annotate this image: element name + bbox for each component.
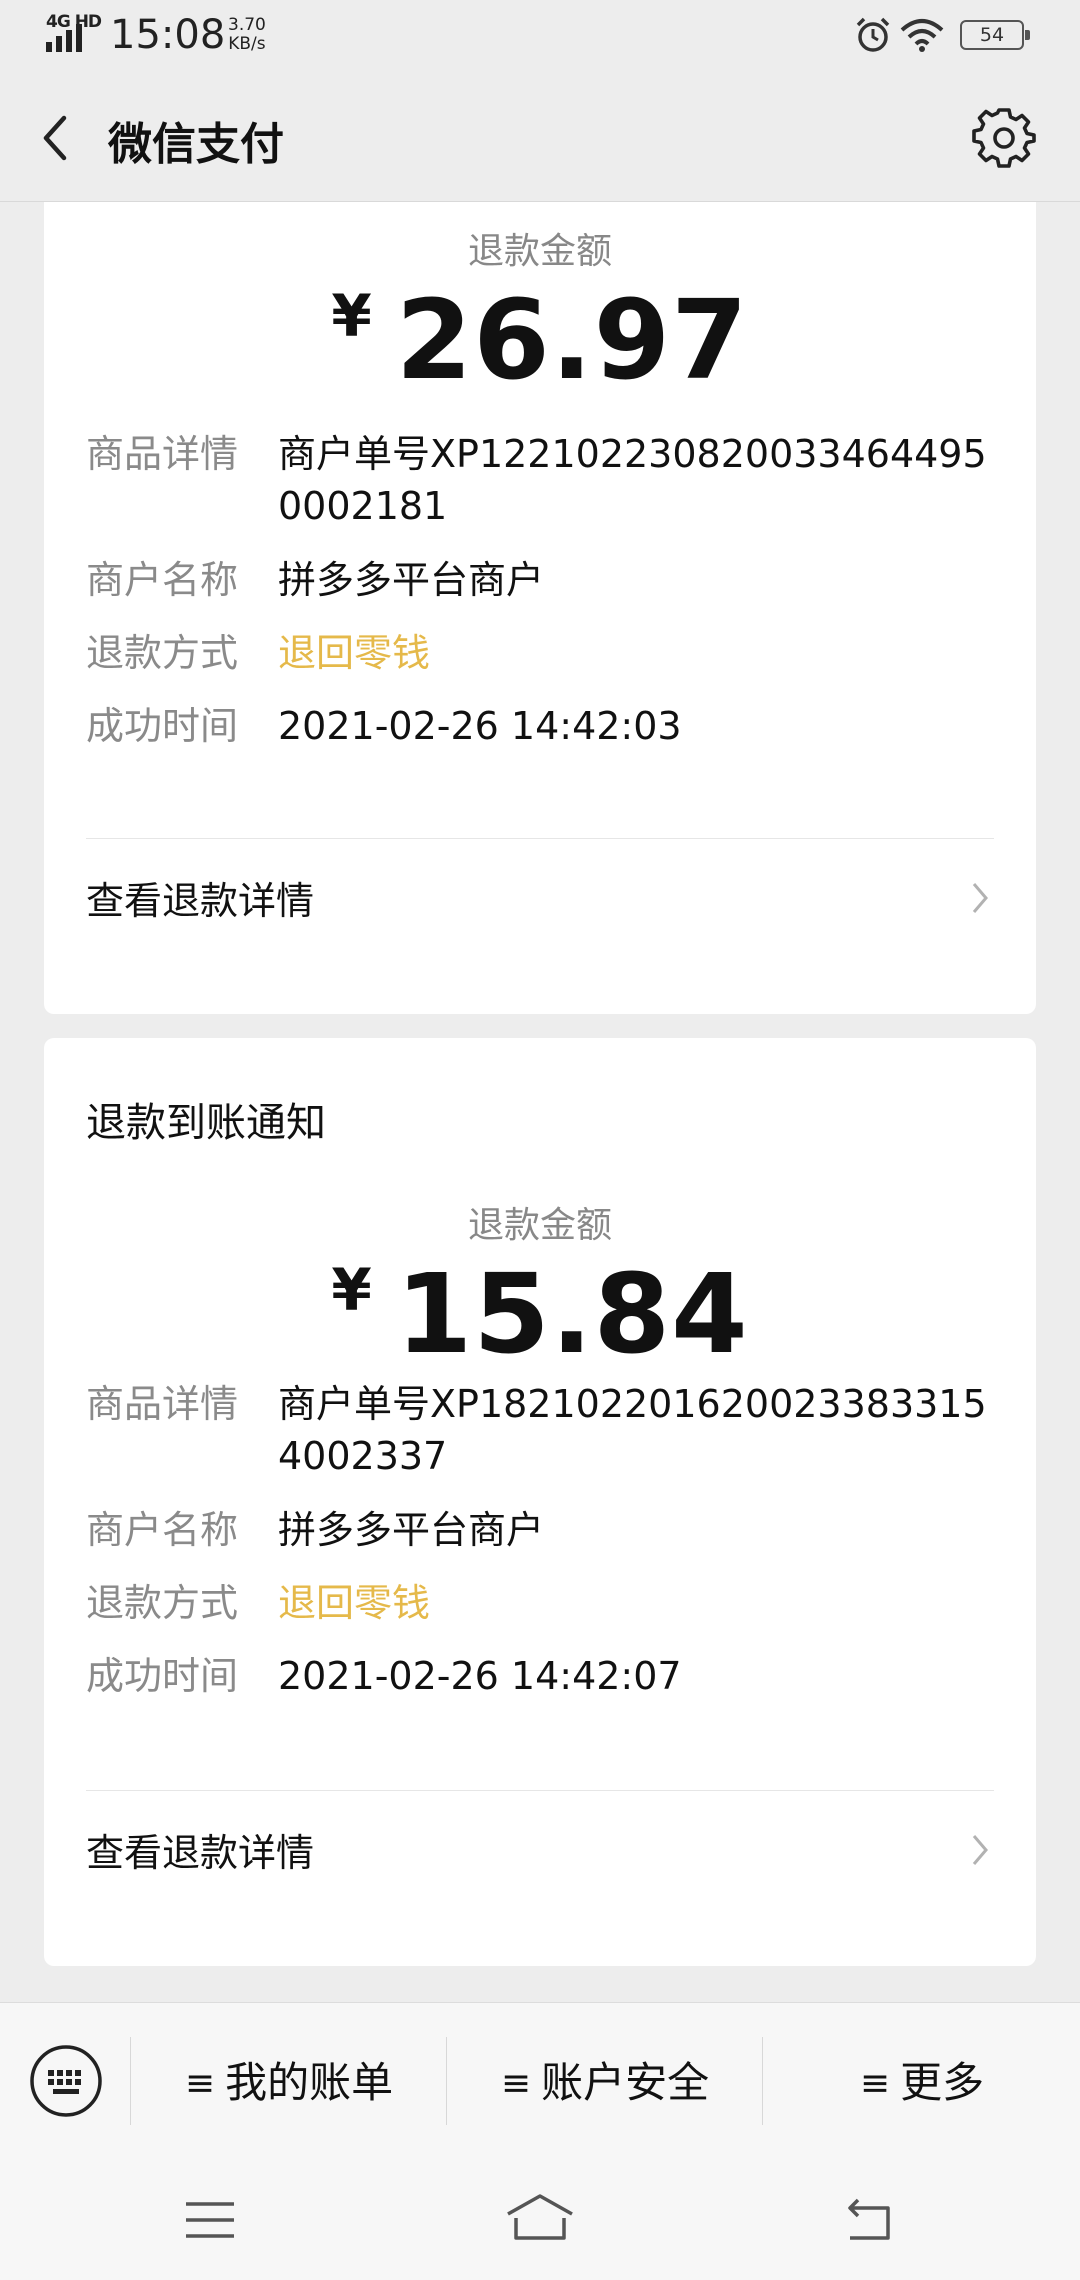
currency-symbol: ¥: [331, 282, 372, 350]
detail-row-goods: 商品详情 商户单号XP122102230820033464495 0002181: [86, 428, 1006, 532]
menu-label: 账户安全: [541, 2058, 710, 2107]
status-time: 15:08: [110, 12, 226, 58]
menu-label: 更多: [900, 2058, 985, 2107]
chevron-right-icon: [972, 1835, 988, 1865]
title-bar: 微信支付: [0, 74, 1080, 202]
row-key: 退款方式: [86, 631, 239, 675]
wifi-icon: [900, 19, 944, 52]
row-key: 商户名称: [86, 558, 239, 602]
row-key: 成功时间: [86, 1654, 239, 1698]
menu-lines-icon: ≡: [184, 2063, 216, 2104]
currency-symbol: ¥: [331, 1256, 372, 1324]
divider: [86, 1790, 994, 1791]
detail-row-time: 成功时间 2021-02-26 14:42:03: [86, 700, 1006, 752]
link-label: 查看退款详情: [86, 879, 315, 923]
refund-amount: ¥15.84: [44, 1250, 1036, 1378]
battery-icon: 54: [960, 20, 1030, 50]
row-value: 2021-02-26 14:42:03: [278, 704, 682, 748]
keyboard-icon[interactable]: [28, 2043, 104, 2119]
detail-row-merchant: 商户名称 拼多多平台商户: [86, 554, 1006, 606]
row-key: 商品详情: [86, 1382, 239, 1426]
refund-card: 退款金额 ¥26.97 商品详情 商户单号XP12210223082003346…: [44, 202, 1036, 1014]
menu-separator: [762, 2037, 763, 2125]
gear-icon[interactable]: [972, 104, 1036, 168]
back-arrow-icon[interactable]: [30, 108, 90, 168]
screen: 4G HD 15:08 3.70 KB/s 54 微信支付 退款金额 ¥ 26.…: [0, 0, 1080, 2280]
amount-label: 退款金额: [467, 231, 612, 272]
row-value: 退回零钱: [278, 631, 431, 675]
battery-level: 54: [979, 24, 1005, 46]
refund-notice-card: 退款到账通知 退款金额 ¥15.84 商品详情 商户单号XP1821022016…: [44, 1038, 1036, 1966]
signal-icon: [46, 24, 82, 52]
menu-my-bills[interactable]: ≡ 我的账单: [132, 2049, 446, 2119]
row-value: 拼多多平台商户: [278, 1508, 545, 1552]
system-nav-bar: [0, 2160, 1080, 2280]
menu-separator: [446, 2037, 447, 2125]
link-label: 查看退款详情: [86, 1831, 315, 1875]
row-key: 商户名称: [86, 1508, 239, 1552]
view-refund-details-link[interactable]: 查看退款详情: [86, 854, 994, 944]
menu-nav-icon[interactable]: [180, 2192, 240, 2248]
detail-row-merchant: 商户名称 拼多多平台商户: [86, 1504, 1006, 1556]
row-key: 退款方式: [86, 1581, 239, 1625]
divider: [86, 838, 994, 839]
card-heading: 退款到账通知: [86, 1100, 326, 1146]
status-bar: 4G HD 15:08 3.70 KB/s 54: [0, 0, 1080, 74]
row-key: 商品详情: [86, 432, 239, 476]
row-key: 成功时间: [86, 704, 239, 748]
home-nav-icon[interactable]: [504, 2192, 576, 2248]
menu-more[interactable]: ≡ 更多: [764, 2049, 1080, 2119]
back-nav-icon[interactable]: [838, 2192, 898, 2248]
content-scroll-area[interactable]: 退款金额 ¥26.97 商品详情 商户单号XP12210223082003346…: [0, 202, 1080, 2002]
menu-separator: [130, 2037, 131, 2125]
view-refund-details-link[interactable]: 查看退款详情: [86, 1806, 994, 1896]
amount-value: 26.97: [395, 276, 749, 404]
network-speed-value: 3.70: [228, 15, 266, 35]
row-value: 商户单号XP1821022016200233833154002337: [278, 1382, 987, 1478]
alarm-icon: [856, 17, 890, 52]
bottom-menu: ≡ 我的账单 ≡ 账户安全 ≡ 更多: [0, 2002, 1080, 2160]
chevron-right-icon: [972, 883, 988, 913]
network-speed: 3.70 KB/s: [228, 16, 266, 54]
amount-value: 15.84: [395, 1250, 749, 1378]
row-value: 拼多多平台商户: [278, 558, 545, 602]
page-title: 微信支付: [108, 119, 284, 170]
menu-lines-icon: ≡: [500, 2063, 532, 2104]
row-value: 2021-02-26 14:42:07: [278, 1654, 682, 1698]
menu-label: 我的账单: [225, 2058, 394, 2107]
detail-row-method: 退款方式 退回零钱: [86, 627, 1006, 679]
row-value: 退回零钱: [278, 1581, 431, 1625]
network-speed-unit: KB/s: [228, 34, 266, 54]
menu-account-security[interactable]: ≡ 账户安全: [448, 2049, 762, 2119]
amount-label: 退款金额: [467, 1205, 612, 1246]
detail-row-goods: 商品详情 商户单号XP1821022016200233833154002337: [86, 1378, 1006, 1482]
detail-row-time: 成功时间 2021-02-26 14:42:07: [86, 1650, 1006, 1702]
row-value: 商户单号XP122102230820033464495 0002181: [278, 432, 987, 528]
menu-lines-icon: ≡: [859, 2063, 891, 2104]
detail-row-method: 退款方式 退回零钱: [86, 1577, 1006, 1629]
refund-amount: ¥26.97: [44, 276, 1036, 404]
